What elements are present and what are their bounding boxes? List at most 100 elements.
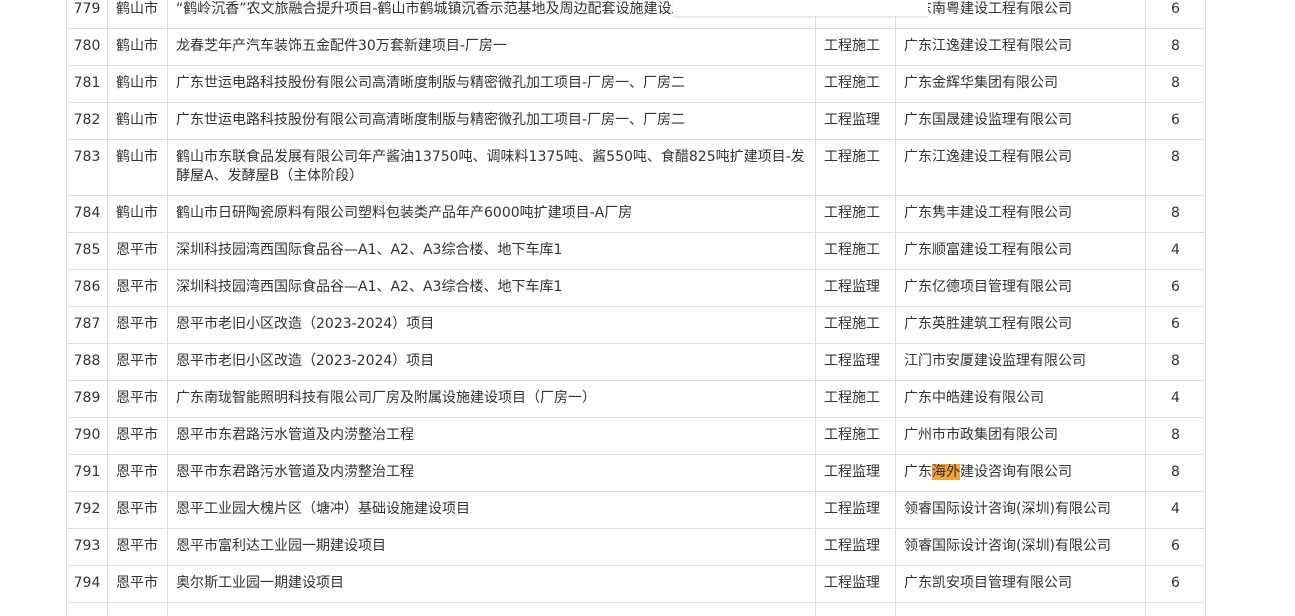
row-number: 780 — [66, 28, 108, 66]
score-cell: 6 — [1145, 528, 1206, 566]
table-row: 792 恩平市 恩平工业园大槐片区（塘冲）基础设施建设项目 工程监理 领睿国际设… — [66, 491, 1206, 529]
city-cell: 鹤山市 — [107, 102, 168, 140]
score-cell: 6 — [1145, 102, 1206, 140]
score-cell: 8 — [1145, 139, 1206, 196]
table-row: 784 鹤山市 鹤山市日研陶瓷原料有限公司塑料包装类产品年产6000吨扩建项目-… — [66, 195, 1206, 233]
project-name-cell: 恩平市老旧小区改造（2023-2024）项目 — [167, 343, 816, 381]
project-name-cell: 恩平市东君路污水管道及内涝整治工程 — [167, 417, 816, 455]
company-cell: 广东顺富建设工程有限公司 — [895, 232, 1146, 270]
company-cell: 广东凯安项目管理有限公司 — [895, 565, 1146, 603]
project-name-cell: 恩平市富利达工业园一期建设项目 — [167, 528, 816, 566]
score-cell: 8 — [1145, 454, 1206, 492]
row-number: 787 — [66, 306, 108, 344]
score-cell: 6 — [1145, 565, 1206, 603]
category-cell: 工程监理 — [815, 102, 896, 140]
row-number: 794 — [66, 565, 108, 603]
category-cell: 工程施工 — [815, 306, 896, 344]
table-row: 790 恩平市 恩平市东君路污水管道及内涝整治工程 工程施工 广州市市政集团有限… — [66, 417, 1206, 455]
category-cell: 工程施工 — [815, 380, 896, 418]
city-cell: 鹤山市 — [107, 28, 168, 66]
row-number: 783 — [66, 139, 108, 196]
company-cell: 广东江逸建设工程有限公司 — [895, 139, 1146, 196]
score-cell: 8 — [1145, 28, 1206, 66]
document-page: 779 鹤山市 “鹤岭沉香”农文旅融合提升项目-鹤山市鹤城镇沉香示范基地及周边配… — [0, 0, 1295, 616]
row-number: 784 — [66, 195, 108, 233]
project-name-cell: 恩平工业园大槐片区（塘冲）基础设施建设项目 — [167, 491, 816, 529]
category-cell: 工程施工 — [815, 417, 896, 455]
row-number: 786 — [66, 269, 108, 307]
company-cell: 广东海外建设咨询有限公司 — [895, 454, 1146, 492]
table-row: 782 鹤山市 广东世运电路科技股份有限公司高清晰度制版与精密微孔加工项目-厂房… — [66, 102, 1206, 140]
company-text-post: 建设咨询有限公司 — [960, 464, 1072, 480]
score-cell: 8 — [1145, 343, 1206, 381]
city-cell: 恩平市 — [107, 454, 168, 492]
company-cell: 广东亿德项目管理有限公司 — [895, 269, 1146, 307]
city-cell: 恩平市 — [107, 565, 168, 603]
company-cell: 广东国晟建设监理有限公司 — [895, 102, 1146, 140]
project-table: 779 鹤山市 “鹤岭沉香”农文旅融合提升项目-鹤山市鹤城镇沉香示范基地及周边配… — [66, 0, 1206, 616]
project-name-cell: 广东世运电路科技股份有限公司高清晰度制版与精密微孔加工项目-厂房一、厂房二 — [167, 65, 816, 103]
category-cell: 工程施工 — [815, 65, 896, 103]
city-cell: 鹤山市 — [107, 0, 168, 29]
company-cell: 广东中皓建设有限公司 — [895, 380, 1146, 418]
city-cell — [107, 602, 168, 616]
project-name-cell: 鹤山市日研陶瓷原料有限公司塑料包装类产品年产6000吨扩建项目-A厂房 — [167, 195, 816, 233]
score-cell — [1145, 602, 1206, 616]
city-cell: 鹤山市 — [107, 195, 168, 233]
row-number: 793 — [66, 528, 108, 566]
row-number: 785 — [66, 232, 108, 270]
row-number: 781 — [66, 65, 108, 103]
category-cell: 工程施工 — [815, 195, 896, 233]
category-cell — [815, 602, 896, 616]
table-row: 787 恩平市 恩平市老旧小区改造（2023-2024）项目 工程施工 广东英胜… — [66, 306, 1206, 344]
city-cell: 恩平市 — [107, 491, 168, 529]
table-row: 785 恩平市 深圳科技园湾西国际食品谷—A1、A2、A3综合楼、地下车库1 工… — [66, 232, 1206, 270]
company-cell: 江门市安厦建设监理有限公司 — [895, 343, 1146, 381]
company-cell: 广东南粤建设工程有限公司 — [895, 0, 1146, 29]
table-row — [66, 602, 1206, 616]
category-cell: 工程监理 — [815, 269, 896, 307]
company-cell: 广东江逸建设工程有限公司 — [895, 28, 1146, 66]
city-cell: 恩平市 — [107, 306, 168, 344]
project-name-cell: 恩平市东君路污水管道及内涝整治工程 — [167, 454, 816, 492]
city-cell: 恩平市 — [107, 343, 168, 381]
company-cell: 领睿国际设计咨询(深圳)有限公司 — [895, 491, 1146, 529]
find-toolbar-edge — [673, 0, 928, 17]
category-cell: 工程监理 — [815, 491, 896, 529]
score-cell: 6 — [1145, 0, 1206, 29]
project-name-cell: 深圳科技园湾西国际食品谷—A1、A2、A3综合楼、地下车库1 — [167, 232, 816, 270]
project-name-cell — [167, 602, 816, 616]
table-row: 781 鹤山市 广东世运电路科技股份有限公司高清晰度制版与精密微孔加工项目-厂房… — [66, 65, 1206, 103]
row-number — [66, 602, 108, 616]
company-cell: 广东金辉华集团有限公司 — [895, 65, 1146, 103]
table-row: 793 恩平市 恩平市富利达工业园一期建设项目 工程监理 领睿国际设计咨询(深圳… — [66, 528, 1206, 566]
project-name-cell: 深圳科技园湾西国际食品谷—A1、A2、A3综合楼、地下车库1 — [167, 269, 816, 307]
category-cell: 工程监理 — [815, 528, 896, 566]
score-cell: 8 — [1145, 65, 1206, 103]
project-name-cell: 恩平市老旧小区改造（2023-2024）项目 — [167, 306, 816, 344]
search-highlight: 海外 — [932, 464, 960, 480]
table-row: 791 恩平市 恩平市东君路污水管道及内涝整治工程 工程监理 广东海外建设咨询有… — [66, 454, 1206, 492]
table-row: 788 恩平市 恩平市老旧小区改造（2023-2024）项目 工程监理 江门市安… — [66, 343, 1206, 381]
score-cell: 4 — [1145, 491, 1206, 529]
category-cell: 工程施工 — [815, 139, 896, 196]
company-cell: 广东隽丰建设工程有限公司 — [895, 195, 1146, 233]
city-cell: 恩平市 — [107, 528, 168, 566]
score-cell: 8 — [1145, 417, 1206, 455]
project-name-cell: 广东世运电路科技股份有限公司高清晰度制版与精密微孔加工项目-厂房一、厂房二 — [167, 102, 816, 140]
company-cell: 广州市市政集团有限公司 — [895, 417, 1146, 455]
city-cell: 鹤山市 — [107, 139, 168, 196]
company-cell — [895, 602, 1146, 616]
project-name-cell: 龙春芝年产汽车装饰五金配件30万套新建项目-厂房一 — [167, 28, 816, 66]
table-row: 794 恩平市 奥尔斯工业园一期建设项目 工程监理 广东凯安项目管理有限公司 6 — [66, 565, 1206, 603]
category-cell: 工程监理 — [815, 454, 896, 492]
city-cell: 恩平市 — [107, 232, 168, 270]
score-cell: 4 — [1145, 232, 1206, 270]
category-cell: 工程监理 — [815, 343, 896, 381]
score-cell: 4 — [1145, 380, 1206, 418]
table-row: 780 鹤山市 龙春芝年产汽车装饰五金配件30万套新建项目-厂房一 工程施工 广… — [66, 28, 1206, 66]
score-cell: 8 — [1145, 195, 1206, 233]
table-row: 779 鹤山市 “鹤岭沉香”农文旅融合提升项目-鹤山市鹤城镇沉香示范基地及周边配… — [66, 0, 1206, 29]
row-number: 792 — [66, 491, 108, 529]
score-cell: 6 — [1145, 269, 1206, 307]
